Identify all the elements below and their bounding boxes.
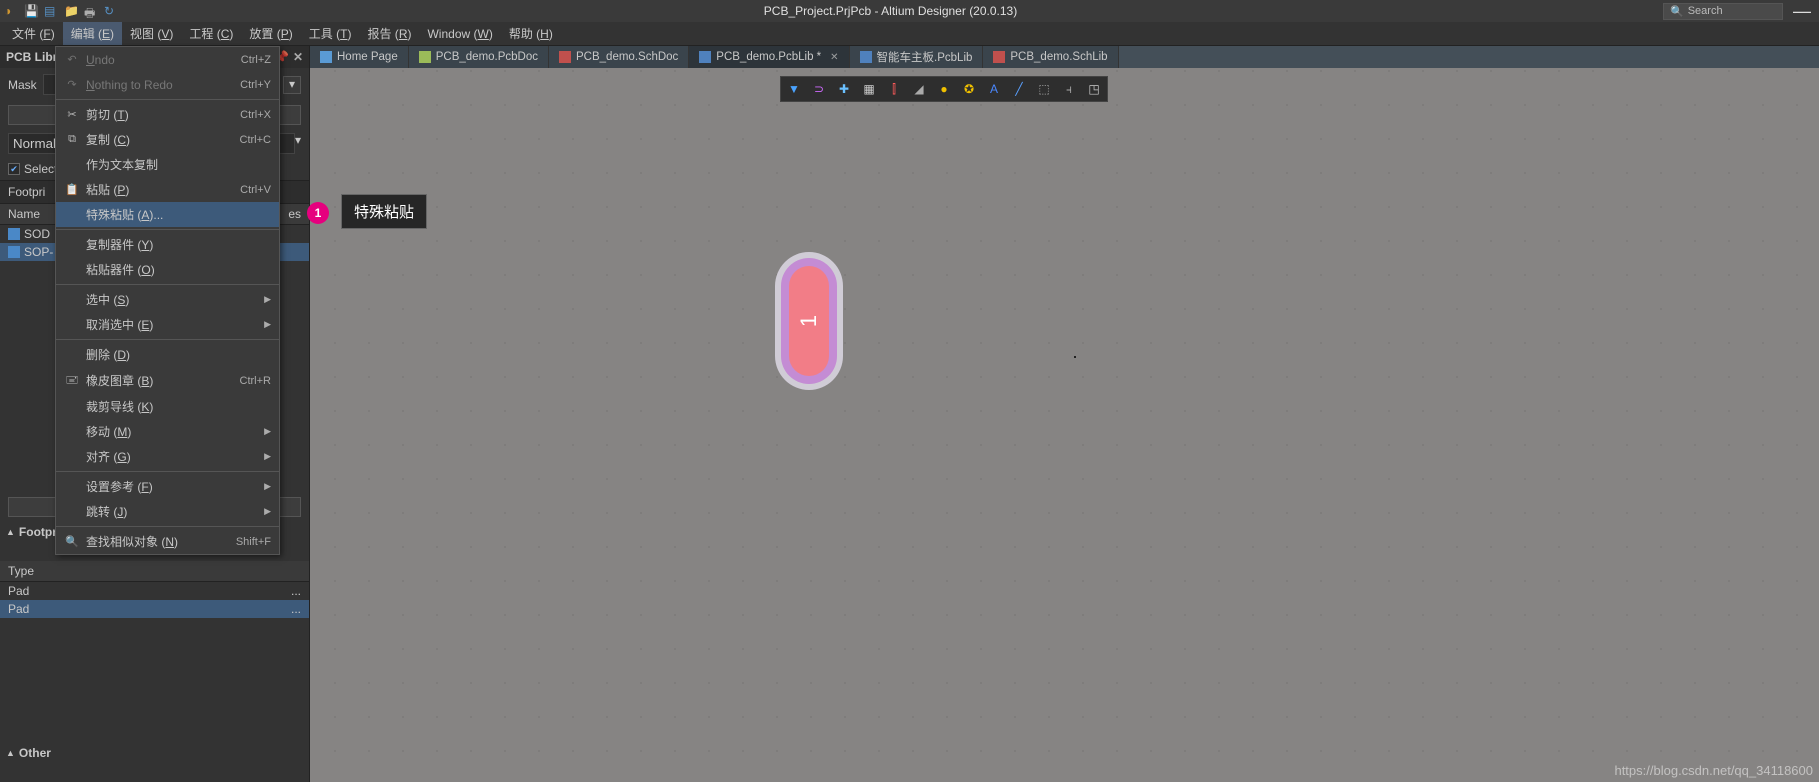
extra-col[interactable]: es — [288, 207, 301, 221]
save-icon[interactable]: 💾 — [24, 4, 38, 18]
cut-icon: ✂ — [64, 108, 80, 121]
copy-icon: ⧉ — [64, 133, 80, 146]
collapse-triangle-icon: ▲ — [6, 748, 15, 758]
menu-undo: ↶UndoCtrl+Z — [56, 47, 279, 72]
circle-icon[interactable]: ● — [933, 79, 955, 99]
menu-jump[interactable]: 跳转 (J)▶ — [56, 499, 279, 524]
search-input[interactable]: 🔍 Search — [1663, 3, 1783, 20]
menu-item-view[interactable]: 视图 (V) — [122, 22, 181, 45]
menu-item-window[interactable]: Window (W) — [419, 24, 500, 44]
search-icon: 🔍 — [1670, 5, 1684, 18]
menu-paste[interactable]: 📋粘贴 (P)Ctrl+V — [56, 177, 279, 202]
align-icon[interactable]: ⫿ — [883, 79, 905, 99]
menu-paste-component[interactable]: 粘贴器件 (O) — [56, 257, 279, 282]
titlebar: ◑ 💾 ▤ 📁 🖶 ↻ PCB_Project.PrjPcb - Altium … — [0, 0, 1819, 22]
menu-copy-as-text[interactable]: 作为文本复制 — [56, 152, 279, 177]
canvas-area[interactable]: Home PagePCB_demo.PcbDocPCB_demo.SchDocP… — [310, 46, 1819, 782]
menu-find-similar[interactable]: 🔍查找相似对象 (N)Shift+F — [56, 529, 279, 554]
undo-icon: ↶ — [64, 53, 80, 66]
paste-icon: 📋 — [64, 183, 80, 196]
chart-icon[interactable]: ⫞ — [1058, 79, 1080, 99]
menu-move[interactable]: 移动 (M)▶ — [56, 419, 279, 444]
pad-graphic[interactable]: 1 — [779, 256, 839, 386]
grid-icon[interactable]: ▦ — [858, 79, 880, 99]
pad-number: 1 — [796, 315, 822, 327]
menu-delete[interactable]: 删除 (D) — [56, 342, 279, 367]
menu-deselect[interactable]: 取消选中 (E)▶ — [56, 312, 279, 337]
open-icon[interactable]: 📁 — [64, 4, 78, 18]
primitive-list: Pad...Pad... — [0, 582, 309, 642]
menu-select[interactable]: 选中 (S)▶ — [56, 287, 279, 312]
window-title: PCB_Project.PrjPcb - Altium Designer (20… — [118, 4, 1663, 18]
menu-item-help[interactable]: 帮助 (H) — [501, 22, 561, 45]
menu-item-file[interactable]: 文件 (F) — [4, 22, 63, 45]
minimize-button[interactable]: — — [1789, 1, 1815, 22]
menu-align[interactable]: 对齐 (G)▶ — [56, 444, 279, 469]
menu-paste-special[interactable]: 特殊粘贴 (A)... — [56, 202, 279, 227]
type-col[interactable]: Type — [8, 564, 301, 578]
menu-copy[interactable]: ⧉复制 (C)Ctrl+C — [56, 127, 279, 152]
redo-icon: ↷ — [64, 78, 80, 91]
rubber-stamp-icon: 🖃 — [64, 371, 80, 390]
select-checkbox[interactable]: ✔ — [8, 163, 20, 175]
menu-cut[interactable]: ✂剪切 (T)Ctrl+X — [56, 102, 279, 127]
dot-grid — [310, 46, 1819, 782]
menu-set-reference[interactable]: 设置参考 (F)▶ — [56, 474, 279, 499]
menu-item-project[interactable]: 工程 (C) — [181, 22, 241, 45]
footprint-icon — [8, 246, 20, 258]
mask-dropdown-icon[interactable]: ▾ — [283, 76, 301, 94]
text-icon[interactable]: A — [983, 79, 1005, 99]
menu-redo: ↷Nothing to RedoCtrl+Y — [56, 72, 279, 97]
collapse-triangle-icon: ▲ — [6, 527, 15, 537]
mask-label: Mask — [8, 78, 37, 92]
annotation-bubble: 1 — [307, 202, 329, 224]
origin-marker — [1074, 356, 1076, 358]
list-item[interactable]: Pad... — [0, 582, 309, 600]
window-icon[interactable]: ◳ — [1083, 79, 1105, 99]
ruler-icon[interactable]: ◢ — [908, 79, 930, 99]
refresh-icon[interactable]: ↻ — [104, 4, 118, 18]
list-item[interactable]: Pad... — [0, 600, 309, 618]
watermark: https://blog.csdn.net/qq_34118600 — [1614, 763, 1813, 778]
other-section[interactable]: ▲ Other — [0, 742, 309, 764]
menu-duplicate-component[interactable]: 复制器件 (Y) — [56, 232, 279, 257]
menu-item-place[interactable]: 放置 (P) — [241, 22, 300, 45]
app-logo-icon: ◑ — [4, 4, 18, 18]
menu-slice-tracks[interactable]: 裁剪导线 (K) — [56, 394, 279, 419]
line-icon[interactable]: ╱ — [1008, 79, 1030, 99]
menu-item-tools[interactable]: 工具 (T) — [301, 22, 360, 45]
floating-toolbar: ▼⊃✚▦⫿◢●✪A╱⬚⫞◳ — [780, 76, 1108, 102]
tooltip: 特殊粘贴 — [341, 194, 427, 229]
find-similar-icon: 🔍 — [64, 535, 80, 548]
snap-icon[interactable]: ⊃ — [808, 79, 830, 99]
menu-item-edit[interactable]: 编辑 (E) — [63, 22, 122, 45]
titlebar-quick-access: ◑ 💾 ▤ 📁 🖶 ↻ — [4, 4, 118, 18]
chevron-down-icon[interactable]: ▾ — [295, 133, 301, 154]
close-panel-icon[interactable]: ✕ — [293, 50, 303, 64]
menu-rubber-stamp[interactable]: 🖃橡皮图章 (B)Ctrl+R — [56, 367, 279, 394]
menubar: 文件 (F)编辑 (E)视图 (V)工程 (C)放置 (P)工具 (T)报告 (… — [0, 22, 1819, 46]
menu-item-report[interactable]: 报告 (R) — [359, 22, 419, 45]
print-icon[interactable]: 🖶 — [84, 4, 98, 18]
save-all-icon[interactable]: ▤ — [44, 4, 58, 18]
key-icon[interactable]: ✪ — [958, 79, 980, 99]
edit-dropdown-menu: ↶UndoCtrl+Z↷Nothing to RedoCtrl+Y ✂剪切 (T)… — [55, 46, 280, 555]
rect-icon[interactable]: ⬚ — [1033, 79, 1055, 99]
filter-icon[interactable]: ▼ — [783, 79, 805, 99]
footprint-icon — [8, 228, 20, 240]
plus-icon[interactable]: ✚ — [833, 79, 855, 99]
